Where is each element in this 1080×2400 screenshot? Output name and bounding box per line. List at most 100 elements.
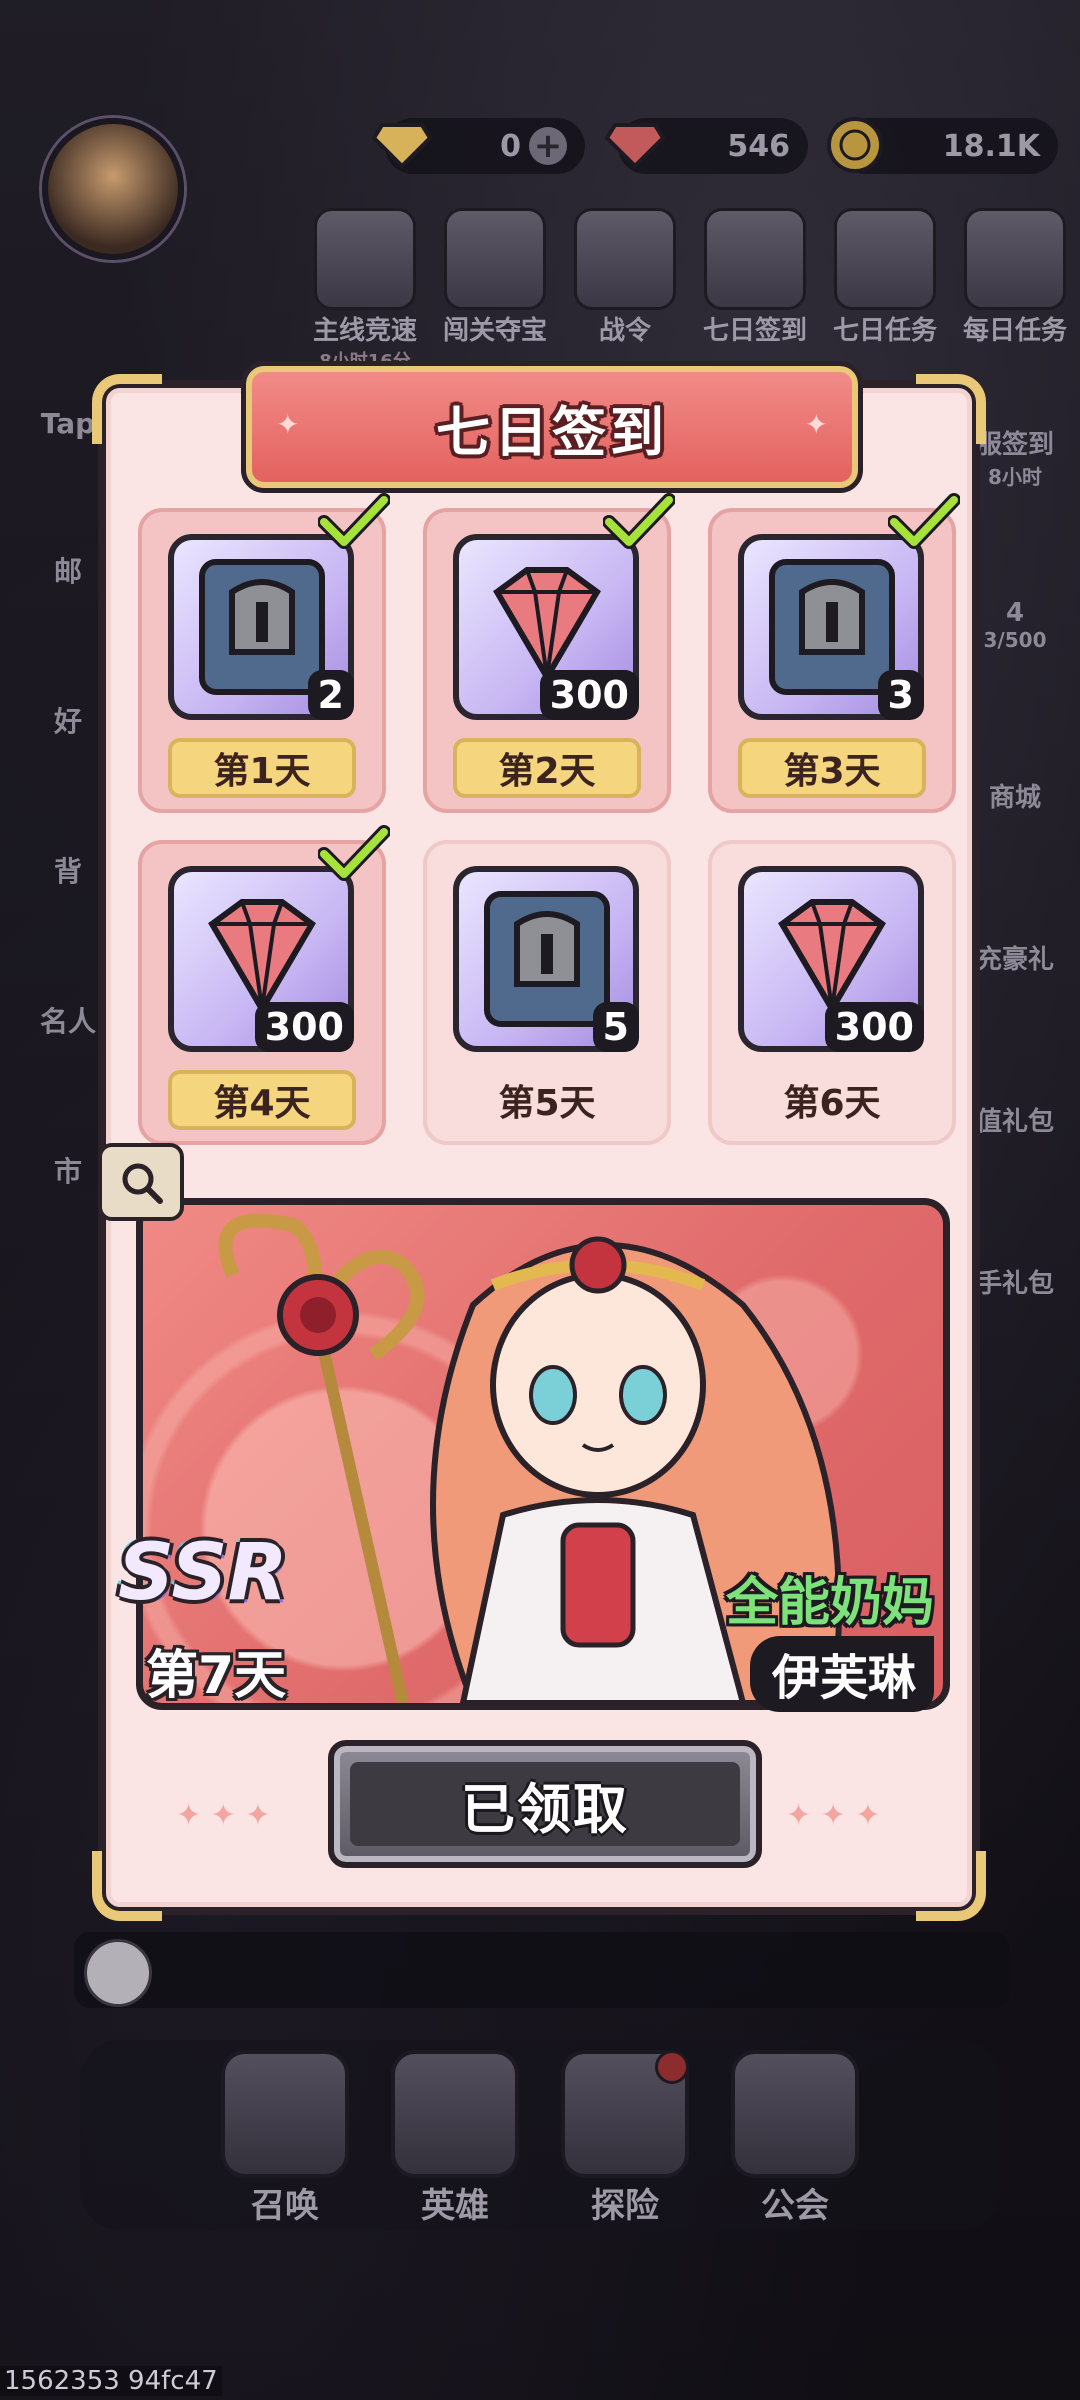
side-item-bag[interactable]: 背 — [28, 770, 108, 890]
checkmark-icon — [603, 493, 675, 549]
side-item-progress[interactable]: 4 3/500 — [972, 512, 1058, 652]
seven-day-checkin-modal: ✦ 七日签到 ✦ 2 第1天 300 第2天 3 第3天 300 第4天 5 第… — [92, 361, 986, 1921]
day-label: 第1天 — [168, 738, 356, 798]
red-gem-counter[interactable]: 546 — [605, 118, 808, 174]
checkmark-icon — [318, 825, 390, 881]
side-item-recharge[interactable]: 充豪礼 — [972, 836, 1058, 976]
hero-title: 全能奶妈 — [725, 1573, 934, 1633]
top-icon-label: 每日任务 — [962, 316, 1067, 346]
stage-treasure-button[interactable]: 闯关夺宝 — [430, 208, 560, 373]
corner-ornament — [92, 374, 162, 444]
top-feature-bar: 主线竞速 8小时16分 闯关夺宝 战令 七日签到 七日任务 每日任务 — [300, 208, 1080, 373]
top-icon-label: 战令 — [598, 316, 651, 346]
side-label: 4 — [1005, 598, 1025, 628]
right-side-menu: 服签到 8小时 4 3/500 商城 充豪礼 值礼包 手礼包 — [972, 350, 1058, 1322]
checkmark-icon — [888, 493, 960, 549]
day-card-5[interactable]: 5 第5天 — [423, 840, 671, 1145]
side-label: 手礼包 — [975, 1269, 1054, 1299]
player-avatar[interactable] — [42, 118, 184, 260]
corner-ornament — [916, 1851, 986, 1921]
seven-day-checkin-button[interactable]: 七日签到 — [690, 208, 820, 373]
side-item-shop[interactable]: 商城 — [972, 674, 1058, 814]
reward-item: 300 — [738, 866, 924, 1052]
nav-summon[interactable]: 召唤 — [220, 2040, 350, 2230]
side-sub: 8小时 — [988, 465, 1042, 489]
hero-name: 伊芙琳 — [749, 1636, 934, 1712]
top-icon-label: 七日任务 — [832, 316, 937, 346]
gold-gem-counter[interactable]: 0 + — [372, 118, 585, 174]
main-race-button[interactable]: 主线竞速 8小时16分 — [300, 208, 430, 373]
daily-tasks-button[interactable]: 每日任务 — [950, 208, 1080, 373]
nav-guild[interactable]: 公会 — [730, 2040, 860, 2230]
wolf-icon — [444, 208, 546, 310]
nav-heroes[interactable]: 英雄 — [390, 2040, 520, 2230]
reward-quantity: 300 — [539, 670, 639, 720]
side-label: 市 — [53, 1155, 82, 1188]
sparkle-icon: ✦ — [804, 408, 828, 441]
debug-build-text: 1562353 94fc47 — [0, 2366, 222, 2396]
side-label: 服签到 — [975, 430, 1054, 460]
bottom-nav: 召唤 英雄 探险 公会 — [80, 2040, 1000, 2230]
inspect-hero-button[interactable] — [98, 1143, 184, 1221]
corner-ornament — [92, 1851, 162, 1921]
side-label: 背 — [53, 855, 82, 888]
nav-label: 公会 — [761, 2186, 829, 2226]
nav-label: 召唤 — [251, 2186, 319, 2226]
top-icon-label: 主线竞速 — [312, 316, 417, 346]
coin-counter[interactable]: 18.1K — [827, 117, 1058, 174]
left-side-menu: Tap 邮 好 背 名人 市 — [28, 320, 108, 1220]
nav-label: 探险 — [591, 2186, 659, 2226]
day-card-6[interactable]: 300 第6天 — [708, 840, 956, 1145]
reward-item: 2 — [168, 534, 354, 720]
top-icon-label: 七日签到 — [702, 316, 807, 346]
reward-quantity: 2 — [307, 670, 354, 720]
day-card-3[interactable]: 3 第3天 — [708, 493, 960, 813]
nav-explore[interactable]: 探险 — [560, 2040, 690, 2230]
reward-quantity: 5 — [592, 1002, 639, 1052]
side-label: Tap — [40, 407, 96, 440]
day-label: 第3天 — [738, 738, 926, 798]
side-item-value-pack[interactable]: 值礼包 — [972, 998, 1058, 1138]
side-item-friends[interactable]: 好 — [28, 620, 108, 740]
side-item-celebrity[interactable]: 名人 — [28, 920, 108, 1040]
coin-icon — [822, 112, 888, 178]
seven-day-tasks-button[interactable]: 七日任务 — [820, 208, 950, 373]
scroll-icon — [964, 208, 1066, 310]
side-label: 邮 — [53, 555, 82, 588]
add-gold-gem-icon[interactable]: + — [529, 127, 567, 165]
magnifier-icon — [122, 1163, 163, 1204]
day-card-1[interactable]: 2 第1天 — [138, 493, 390, 813]
day-card-4[interactable]: 300 第4天 — [138, 825, 390, 1145]
compass-icon — [561, 2050, 689, 2178]
modal-title: 七日签到 — [436, 400, 668, 464]
notification-dot — [655, 2050, 689, 2084]
side-item-starter-pack[interactable]: 手礼包 — [972, 1160, 1058, 1300]
gold-gem-value: 0 — [500, 128, 521, 164]
day-7-label: 第7天 — [146, 1646, 287, 1706]
day-label: 第2天 — [453, 738, 641, 798]
modal-title-banner: ✦ 七日签到 ✦ — [241, 361, 863, 493]
day-label: 第6天 — [783, 1083, 881, 1124]
reward-quantity: 300 — [824, 1002, 924, 1052]
side-item-market[interactable]: 市 — [28, 1070, 108, 1190]
sparkle-icon: ✦ — [276, 408, 300, 441]
reward-item: 5 — [453, 866, 639, 1052]
trophy-icon — [314, 208, 416, 310]
claimed-button[interactable]: 已领取 — [328, 1740, 762, 1868]
reward-quantity: 3 — [877, 670, 924, 720]
helmet-icon — [834, 208, 936, 310]
calendar-icon — [704, 208, 806, 310]
top-icon-label: 闯关夺宝 — [442, 316, 547, 346]
flag-icon — [574, 208, 676, 310]
side-item-mail[interactable]: 邮 — [28, 470, 108, 590]
day-label: 第5天 — [498, 1083, 596, 1124]
side-sub: 3/500 — [983, 628, 1047, 652]
summon-book-icon — [221, 2050, 349, 2178]
battle-pass-button[interactable]: 战令 — [560, 208, 690, 373]
day-label: 第4天 — [168, 1070, 356, 1130]
guild-star-icon — [731, 2050, 859, 2178]
day-card-2[interactable]: 300 第2天 — [423, 493, 675, 813]
chat-bar[interactable] — [74, 1932, 1009, 2008]
reward-item: 300 — [168, 866, 354, 1052]
nav-label: 英雄 — [421, 2186, 489, 2226]
